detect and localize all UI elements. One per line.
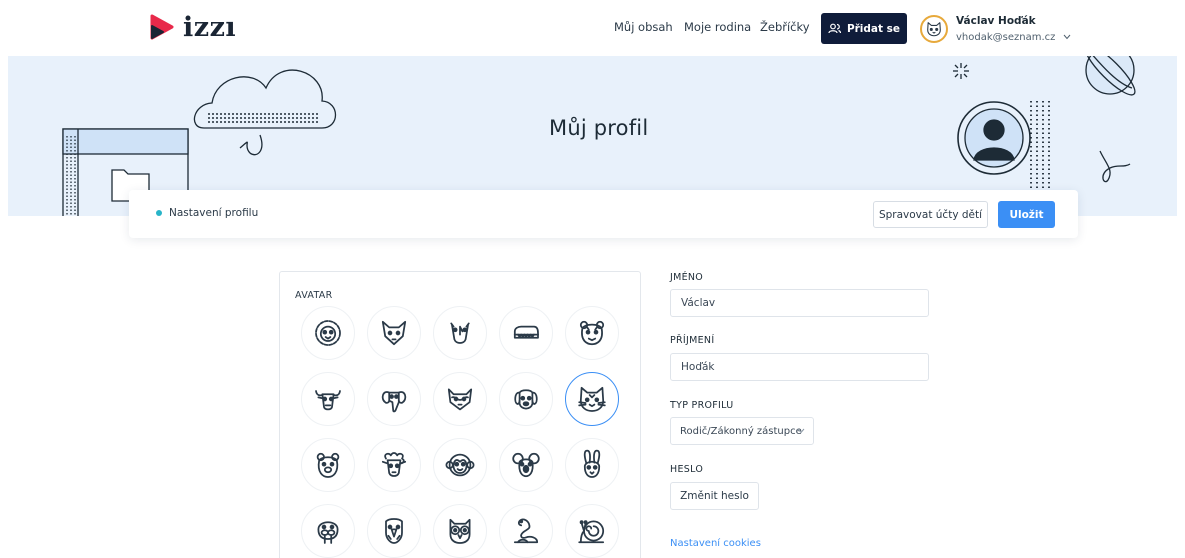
avatar-option-fox[interactable] <box>367 306 421 360</box>
owl-icon <box>449 518 471 544</box>
last-name-label: PŘÍJMENÍ <box>670 335 715 346</box>
tiger-icon <box>579 320 605 346</box>
cookie-settings-link[interactable]: Nastavení cookies <box>670 538 761 549</box>
change-password-button[interactable]: Změnit heslo <box>670 482 759 510</box>
avatar-option-cat[interactable] <box>565 372 619 426</box>
profile-type-label: TYP PROFILU <box>670 400 734 411</box>
avatar-option-elephant[interactable] <box>367 372 421 426</box>
elephant-icon <box>381 391 407 413</box>
lion-icon <box>315 320 341 346</box>
avatar-option-bull[interactable] <box>301 372 355 426</box>
cat-icon <box>927 22 941 37</box>
snake-icon <box>513 518 539 544</box>
avatar-option-snake[interactable] <box>499 504 553 558</box>
profile-type-select[interactable]: Rodič/Zákonný zástupce <box>670 417 814 445</box>
eagle-icon <box>385 518 403 544</box>
avatar-option-sheep[interactable] <box>367 438 421 492</box>
izzi-logo[interactable]: izzı <box>149 10 236 44</box>
fox-icon <box>381 320 407 346</box>
chevron-down-icon <box>1064 34 1071 39</box>
save-button[interactable]: Uložit <box>998 201 1055 228</box>
cat-icon <box>578 386 606 412</box>
avatar-option-eagle[interactable] <box>367 504 421 558</box>
first-name-label: JMÉNO <box>670 272 704 283</box>
nav-leaderboards[interactable]: Žebříčky <box>760 20 810 34</box>
user-email: vhodak@seznam.cz <box>956 31 1056 43</box>
rabbit-icon <box>583 449 601 478</box>
rhino-icon <box>450 322 470 344</box>
play-logo-icon <box>150 14 174 40</box>
last-name-field[interactable] <box>670 353 929 381</box>
brand-wordmark: izzı <box>183 11 237 43</box>
manage-child-accounts-button[interactable]: Spravovat účty dětí <box>873 201 988 228</box>
avatar-option-koala[interactable] <box>499 438 553 492</box>
monkey-icon <box>445 453 475 477</box>
dog-icon <box>514 389 538 410</box>
profile-avatar-illustration <box>957 101 1050 191</box>
avatar-panel: AVATAR <box>279 271 641 558</box>
join-button-label: Přidat se <box>846 22 901 35</box>
bull-icon <box>315 390 341 411</box>
avatar-option-owl[interactable] <box>433 504 487 558</box>
avatar-option-monkey[interactable] <box>433 438 487 492</box>
active-dot <box>156 210 162 216</box>
avatar-option-rabbit[interactable] <box>565 438 619 492</box>
avatar-option-raccoon[interactable] <box>433 372 487 426</box>
nav-my-content[interactable]: Můj obsah <box>614 20 673 34</box>
crocodile-icon <box>513 325 539 339</box>
top-navigation: izzı Můj obsah Moje rodina Žebříčky Přid… <box>0 0 1185 56</box>
profile-type-value: Rodič/Zákonný zástupce <box>680 425 802 437</box>
profile-settings-label: Nastavení profilu <box>169 207 259 219</box>
avatar-option-lion[interactable] <box>301 306 355 360</box>
chevron-down-icon <box>797 428 805 434</box>
sparkle-illustration <box>953 63 969 79</box>
planet-illustration <box>1084 56 1136 96</box>
cloud-illustration <box>193 69 337 156</box>
profile-settings-bar: Nastavení profilu Spravovat účty dětí Ul… <box>129 190 1078 238</box>
raccoon-icon <box>447 388 473 411</box>
page-title: Můj profil <box>549 116 649 140</box>
avatar-option-dog[interactable] <box>499 372 553 426</box>
first-name-field[interactable] <box>670 289 929 317</box>
squiggle-illustration <box>1099 150 1131 183</box>
avatar-option-walrus[interactable] <box>301 504 355 558</box>
profile-settings-tab[interactable]: Nastavení profilu <box>156 207 258 219</box>
bear-icon <box>316 452 340 478</box>
avatar-option-snail[interactable] <box>565 504 619 558</box>
join-button[interactable]: Přidat se <box>821 13 907 44</box>
user-menu[interactable]: Václav Hoďák vhodak@seznam.cz <box>920 13 1071 45</box>
password-label: HESLO <box>670 464 704 475</box>
walrus-icon <box>317 521 339 544</box>
users-icon <box>828 23 841 34</box>
user-avatar <box>920 15 948 43</box>
avatar-option-bear[interactable] <box>301 438 355 492</box>
snail-icon <box>578 520 605 544</box>
koala-icon <box>512 452 540 478</box>
avatar-section-label: AVATAR <box>295 290 333 301</box>
avatar-option-tiger[interactable] <box>565 306 619 360</box>
nav-my-family[interactable]: Moje rodina <box>684 20 751 34</box>
sheep-icon <box>381 452 407 477</box>
avatar-option-crocodile[interactable] <box>499 306 553 360</box>
avatar-option-rhino[interactable] <box>433 306 487 360</box>
user-name: Václav Hoďák <box>956 14 1036 27</box>
